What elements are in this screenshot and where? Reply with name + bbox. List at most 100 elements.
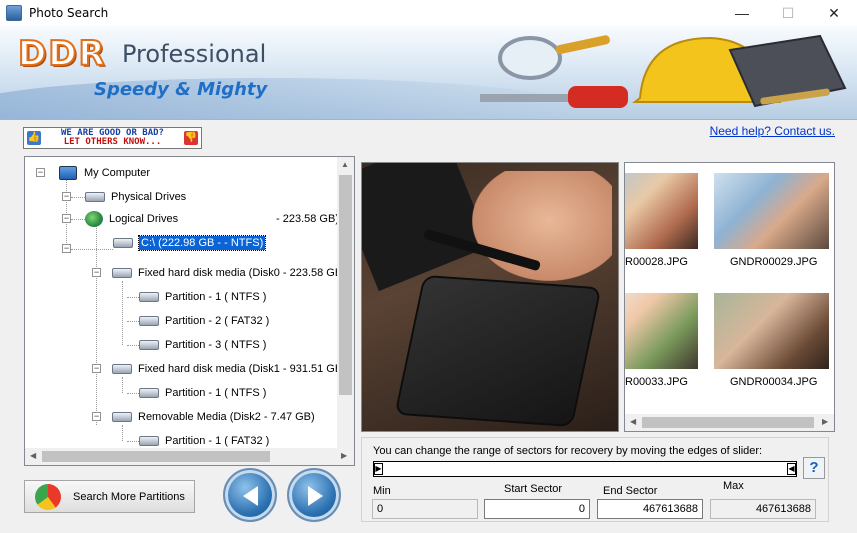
drive-icon — [85, 192, 105, 202]
title-bar: Photo Search — ☐ ✕ — [0, 0, 857, 26]
minimize-button[interactable]: — — [719, 0, 765, 26]
tree-line — [127, 345, 139, 346]
max-label: Max — [723, 480, 744, 492]
tree-item-label: Logical Drives — [109, 213, 179, 225]
maximize-button[interactable]: ☐ — [765, 0, 811, 26]
help-contact-link[interactable]: Need help? Contact us. — [710, 124, 835, 138]
tree-item-disk0-partition-2[interactable]: Partition - 2 ( FAT32 ) — [139, 311, 269, 331]
removable-media-icon — [112, 412, 132, 422]
tree-line — [122, 281, 123, 345]
partition-icon — [139, 436, 159, 446]
partition-icon — [139, 316, 159, 326]
feedback-badge[interactable]: 👍 WE ARE GOOD OR BAD? LET OTHERS KNOW...… — [23, 127, 202, 149]
thumbnail-caption: GNDR00034.JPG — [730, 376, 818, 388]
expander-disk1[interactable]: − — [92, 364, 101, 373]
partition-icon — [139, 292, 159, 302]
tree-item-my-computer[interactable]: My Computer — [59, 163, 150, 183]
tree-item-disk0[interactable]: Fixed hard disk media (Disk0 - 223.58 GB… — [112, 263, 346, 283]
brand-logo: DDR — [17, 33, 107, 75]
search-more-label: Search More Partitions — [73, 490, 185, 503]
drive-icon — [113, 238, 133, 248]
arrow-right-icon — [308, 486, 323, 506]
tree-item-disk0-partition-3[interactable]: Partition - 3 ( NTFS ) — [139, 335, 266, 355]
start-sector-field[interactable]: 0 — [484, 499, 590, 519]
scroll-thumb[interactable] — [642, 417, 814, 428]
expander-my-computer[interactable]: − — [36, 168, 45, 177]
thumbnail-caption: GNDR00029.JPG — [730, 256, 818, 268]
scroll-left-icon[interactable]: ◀ — [30, 451, 36, 460]
sector-range-slider[interactable]: ▶ ◀ — [373, 461, 797, 477]
tree-item-label: Physical Drives — [111, 191, 187, 203]
partition-icon — [139, 340, 159, 350]
tree-item-label: Partition - 1 ( NTFS ) — [165, 291, 267, 303]
photo-preview — [361, 162, 619, 432]
logical-drives-icon — [85, 211, 103, 227]
tree-horizontal-scrollbar[interactable]: ◀ ▶ — [25, 448, 354, 465]
sector-help-button[interactable]: ? — [803, 457, 825, 479]
slider-right-handle[interactable]: ◀ — [787, 463, 796, 475]
back-button[interactable] — [223, 468, 277, 522]
expander-logical-drives[interactable]: − — [62, 214, 71, 223]
tree-item-disk1[interactable]: Fixed hard disk media (Disk1 - 931.51 GB… — [112, 359, 346, 379]
preview-laptop-shape — [362, 163, 491, 292]
tree-item-disk1-partition-1[interactable]: Partition - 1 ( NTFS ) — [139, 383, 266, 403]
logical-drives-size: - 223.58 GB) — [276, 213, 339, 225]
search-more-partitions-button[interactable]: Search More Partitions — [24, 480, 195, 513]
tree-item-label: C:\ (222.98 GB - - NTFS) — [137, 235, 267, 251]
tree-line — [122, 425, 123, 441]
scroll-right-icon[interactable]: ▶ — [822, 417, 828, 426]
thumbnail-caption: R00028.JPG — [625, 256, 688, 268]
preview-hand-shape — [472, 171, 612, 281]
tree-line — [71, 197, 85, 198]
tree-line — [127, 441, 139, 442]
expander-logical-group[interactable]: − — [62, 244, 71, 253]
next-button[interactable] — [287, 468, 341, 522]
close-button[interactable]: ✕ — [811, 0, 857, 26]
thumbs-down-icon: 👎 — [184, 131, 198, 145]
scroll-thumb[interactable] — [42, 451, 270, 462]
header-banner: DDR Professional Speedy & Mighty — [0, 26, 857, 120]
feedback-line-2: LET OTHERS KNOW... — [63, 137, 162, 147]
tree-item-logical-drives[interactable]: Logical Drives — [85, 209, 178, 229]
thumbnail-image[interactable] — [714, 173, 829, 249]
expander-physical-drives[interactable]: − — [62, 192, 71, 201]
scroll-right-icon[interactable]: ▶ — [341, 451, 347, 460]
max-sector-field: 467613688 — [710, 499, 816, 519]
expander-disk0[interactable]: − — [92, 268, 101, 277]
app-icon — [6, 5, 22, 21]
thumbnail-image[interactable] — [625, 173, 698, 249]
thumbnail-image[interactable] — [714, 293, 829, 369]
tree-line — [127, 393, 139, 394]
end-sector-field[interactable]: 467613688 — [597, 499, 703, 519]
tree-item-disk2[interactable]: Removable Media (Disk2 - 7.47 GB) — [112, 407, 315, 427]
tree-item-label: Fixed hard disk media (Disk0 - 223.58 GB… — [138, 267, 346, 279]
tree-line — [71, 219, 85, 220]
tree-line — [127, 297, 139, 298]
sector-instructions: You can change the range of sectors for … — [373, 445, 763, 457]
tree-line — [71, 249, 113, 250]
sector-range-group: You can change the range of sectors for … — [361, 437, 829, 522]
tree-item-drive-c[interactable]: C:\ (222.98 GB - - NTFS) — [113, 233, 267, 253]
hard-disk-icon — [112, 268, 132, 278]
preview-hard-drive-shape — [394, 274, 602, 428]
thumbnail-list[interactable]: R00028.JPG GNDR00029.JPG R00033.JPG GNDR… — [624, 162, 835, 432]
tree-item-disk0-partition-1[interactable]: Partition - 1 ( NTFS ) — [139, 287, 266, 307]
drive-tree[interactable]: − My Computer − Physical Drives − Logica… — [24, 156, 355, 466]
tree-item-physical-drives[interactable]: Physical Drives — [85, 187, 186, 207]
thumbnail-image[interactable] — [625, 293, 698, 369]
slider-left-handle[interactable]: ▶ — [374, 463, 383, 475]
expander-disk2[interactable]: − — [92, 412, 101, 421]
tree-item-label: Partition - 3 ( NTFS ) — [165, 339, 267, 351]
thumbs-up-icon: 👍 — [27, 131, 41, 145]
start-sector-label: Start Sector — [504, 483, 563, 495]
tagline: Speedy & Mighty — [94, 79, 268, 100]
tree-vertical-scrollbar[interactable]: ▲ — [337, 157, 354, 450]
end-sector-label: End Sector — [603, 485, 658, 497]
arrow-left-icon — [243, 486, 258, 506]
scroll-up-icon[interactable]: ▲ — [341, 160, 349, 169]
tree-item-label: Fixed hard disk media (Disk1 - 931.51 GB… — [138, 363, 346, 375]
scroll-left-icon[interactable]: ◀ — [630, 417, 636, 426]
scroll-thumb[interactable] — [339, 175, 352, 395]
thumbnail-horizontal-scrollbar[interactable]: ◀ ▶ — [625, 414, 834, 431]
hard-disk-icon — [112, 364, 132, 374]
